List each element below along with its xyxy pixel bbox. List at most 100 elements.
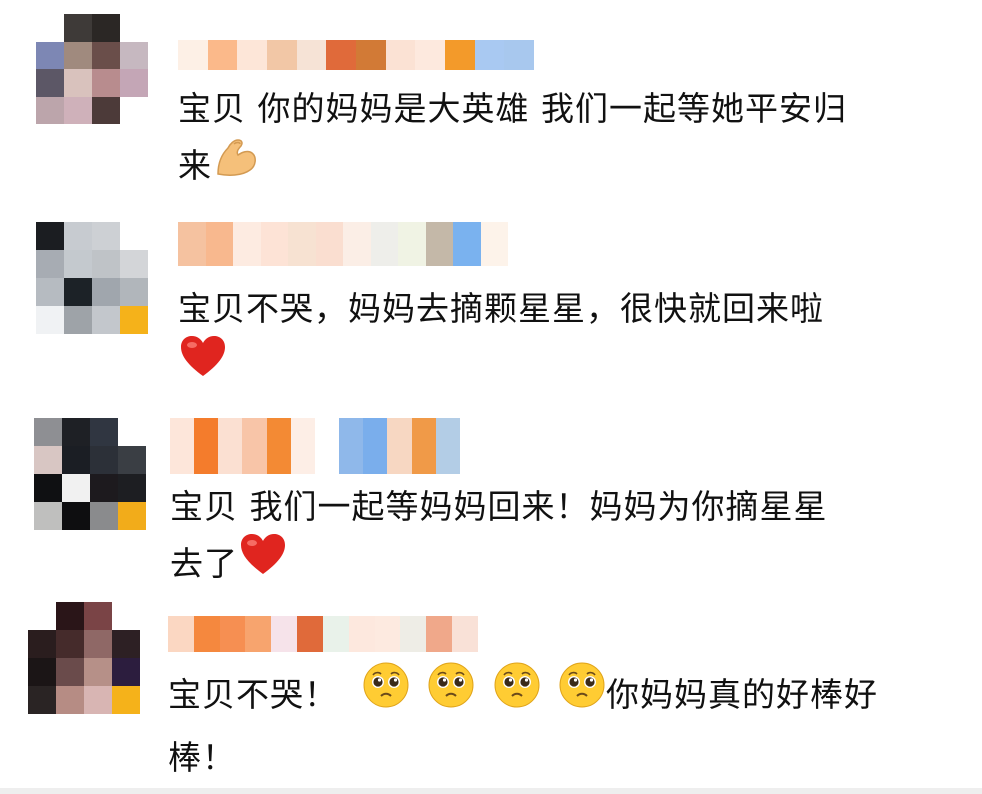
- username-pixel: [339, 418, 364, 474]
- red-heart-icon: [238, 532, 288, 593]
- avatar-pixel: [56, 686, 84, 714]
- username-blurred[interactable]: [168, 616, 478, 652]
- username-pixel: [207, 40, 238, 70]
- username-pixel: [205, 222, 233, 266]
- username-pixel: [480, 222, 508, 266]
- username-pixel: [296, 40, 327, 70]
- avatar-pixel: [92, 250, 120, 278]
- username-pixel: [504, 40, 534, 70]
- username-pixel: [400, 616, 427, 652]
- avatar-pixel: [64, 69, 92, 97]
- avatar-pixel: [36, 14, 64, 42]
- avatar-pixel: [84, 602, 112, 630]
- avatar[interactable]: [28, 602, 140, 714]
- username-pixel: [398, 222, 426, 266]
- username-pixel: [271, 616, 298, 652]
- comment-item: 宝贝 我们一起等妈妈回来！妈妈为你摘星星 去了: [0, 400, 982, 590]
- avatar-pixel: [64, 14, 92, 42]
- username-pixel: [426, 616, 453, 652]
- avatar-pixel: [34, 418, 62, 446]
- username-pixel: [297, 616, 323, 652]
- comment-line: 宝贝不哭，妈妈去摘颗星星，很快就回来啦: [178, 289, 824, 328]
- avatar-pixel: [92, 96, 120, 124]
- username-pixel: [322, 616, 349, 652]
- username-pixel: [370, 222, 398, 266]
- avatar-pixel: [120, 96, 148, 124]
- avatar-pixel: [64, 306, 92, 334]
- comment-item: 宝贝 你的妈妈是大英雄 我们一起等她平安归 来: [0, 0, 982, 200]
- avatar-pixel: [64, 41, 92, 69]
- avatar-pixel: [112, 602, 140, 630]
- username-pixel: [237, 40, 267, 70]
- avatar-pixel: [112, 630, 140, 658]
- avatar-pixel: [56, 658, 84, 686]
- avatar-pixel: [92, 69, 120, 97]
- comment-line: 棒！: [168, 738, 236, 777]
- username-pixel: [233, 222, 261, 266]
- avatar-pixel: [112, 658, 140, 686]
- username-pixel: [193, 616, 220, 652]
- username-pixel: [435, 418, 460, 474]
- username-pixel: [219, 616, 246, 652]
- username-pixel: [194, 418, 219, 474]
- username-pixel: [411, 418, 436, 474]
- avatar-pixel: [120, 69, 148, 97]
- avatar-pixel: [90, 418, 118, 446]
- avatar-pixel: [120, 14, 148, 42]
- username-pixel: [374, 616, 401, 652]
- avatar[interactable]: [36, 222, 148, 334]
- avatar-pixel: [92, 278, 120, 306]
- red-heart-icon: [178, 334, 228, 395]
- username-blurred[interactable]: [178, 40, 534, 70]
- avatar-pixel: [118, 502, 146, 530]
- avatar-pixel: [120, 306, 148, 334]
- username-blurred[interactable]: [170, 418, 460, 474]
- comment-line: [178, 334, 824, 398]
- avatar-pixel: [36, 41, 64, 69]
- avatar-pixel: [34, 446, 62, 474]
- avatar[interactable]: [36, 14, 148, 124]
- avatar-pixel: [118, 474, 146, 502]
- username-pixel: [218, 418, 243, 474]
- avatar-pixel: [36, 250, 64, 278]
- avatar-pixel: [36, 278, 64, 306]
- username-pixel: [266, 418, 291, 474]
- pleading-face-icon: [427, 661, 475, 726]
- username-pixel: [348, 616, 375, 652]
- avatar-pixel: [90, 502, 118, 530]
- avatar-pixel: [64, 222, 92, 250]
- comment-item: 宝贝不哭！ 你妈妈真的好棒好 棒！: [0, 590, 982, 788]
- pleading-face-icon: [362, 661, 410, 726]
- username-pixel: [387, 418, 412, 474]
- username-pixel: [178, 40, 208, 70]
- pleading-face-icon: [558, 661, 606, 726]
- username-pixel: [168, 616, 194, 652]
- avatar-pixel: [92, 306, 120, 334]
- avatar-pixel: [62, 502, 90, 530]
- username-pixel: [170, 418, 195, 474]
- avatar-pixel: [34, 474, 62, 502]
- username-pixel: [474, 40, 505, 70]
- avatar-pixel: [28, 630, 56, 658]
- avatar-pixel: [120, 222, 148, 250]
- avatar-pixel: [118, 418, 146, 446]
- comment-line: 去了: [170, 532, 828, 596]
- comment-line: 宝贝不哭！ 你妈妈真的好棒好: [168, 661, 878, 729]
- comment-text: 宝贝不哭，妈妈去摘颗星星，很快就回来啦: [178, 280, 824, 398]
- avatar-pixel: [84, 686, 112, 714]
- avatar-pixel: [64, 250, 92, 278]
- avatar-pixel: [56, 602, 84, 630]
- avatar-pixel: [92, 222, 120, 250]
- avatar-pixel: [92, 41, 120, 69]
- username-pixel: [315, 222, 343, 266]
- username-pixel: [385, 40, 416, 70]
- avatar-pixel: [36, 306, 64, 334]
- comment-text: 宝贝 你的妈妈是大英雄 我们一起等她平安归 来: [178, 80, 847, 198]
- username-blurred[interactable]: [178, 222, 508, 266]
- avatar-pixel: [120, 41, 148, 69]
- pleading-face-icon: [493, 661, 541, 726]
- username-pixel: [290, 418, 315, 474]
- avatar-pixel: [90, 474, 118, 502]
- avatar[interactable]: [34, 418, 146, 530]
- avatar-pixel: [36, 96, 64, 124]
